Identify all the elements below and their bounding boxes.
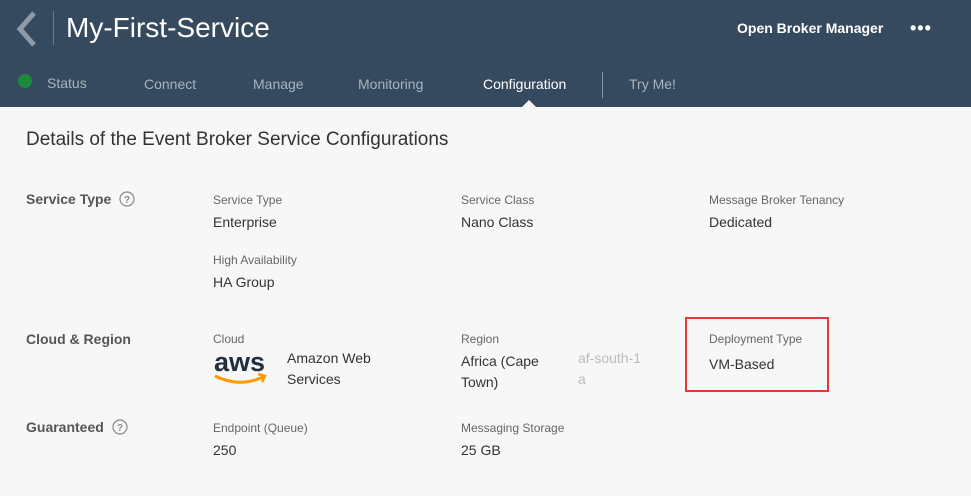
field-value: Africa (Cape Town) — [461, 353, 539, 390]
tab-monitoring[interactable]: Monitoring — [358, 76, 423, 92]
field-messaging-storage: Messaging Storage 25 GB — [461, 421, 564, 461]
highlight-box — [685, 317, 829, 392]
divider — [53, 11, 54, 45]
svg-text:?: ? — [124, 195, 130, 206]
field-value: 250 — [213, 442, 237, 458]
cloud-value: Amazon Web Services — [287, 350, 371, 387]
field-tenancy: Message Broker Tenancy Dedicated — [709, 193, 844, 233]
field-label: Messaging Storage — [461, 421, 565, 435]
page-title: Details of the Event Broker Service Conf… — [26, 129, 449, 150]
field-value: HA Group — [213, 274, 275, 290]
tab-try-me[interactable]: Try Me! — [629, 76, 676, 92]
aws-logo-icon: aws — [214, 348, 267, 384]
field-service-class: Service Class Nano Class — [461, 193, 534, 233]
open-broker-manager-button[interactable]: Open Broker Manager — [737, 20, 883, 36]
field-value: 25 GB — [461, 442, 501, 458]
more-options-icon[interactable]: ••• — [910, 18, 932, 39]
help-icon[interactable]: ? — [112, 419, 128, 435]
field-value: Nano Class — [461, 214, 534, 230]
field-service-type: Service Type Enterprise — [213, 193, 282, 233]
svg-text:?: ? — [117, 423, 123, 434]
tab-connect[interactable]: Connect — [144, 76, 196, 92]
service-title: My-First-Service — [66, 12, 270, 43]
field-value: Enterprise — [213, 214, 277, 230]
help-icon[interactable]: ? — [119, 191, 135, 207]
section-guaranteed: Guaranteed? — [26, 419, 128, 435]
active-tab-caret — [522, 100, 536, 107]
tab-manage[interactable]: Manage — [253, 76, 304, 92]
field-label: High Availability — [213, 253, 297, 267]
tab-status[interactable]: Status — [47, 75, 87, 91]
section-title: Service Type — [26, 191, 112, 207]
field-label: Cloud — [213, 332, 245, 346]
field-endpoint-queue: Endpoint (Queue) 250 — [213, 421, 308, 461]
field-cloud: Cloud — [213, 332, 244, 346]
region-code: af-south-1a — [578, 350, 642, 387]
field-label: Endpoint (Queue) — [213, 421, 308, 435]
field-label: Service Class — [461, 193, 535, 207]
section-title: Guaranteed — [26, 419, 104, 435]
section-service-type: Service Type? — [26, 191, 135, 207]
service-header: My-First-Service Open Broker Manager •••… — [0, 0, 971, 107]
tab-bar: Status Connect Manage Monitoring Configu… — [0, 74, 971, 94]
field-value: Dedicated — [709, 214, 773, 230]
field-label: Region — [461, 332, 500, 346]
tab-configuration[interactable]: Configuration — [483, 76, 566, 92]
field-high-availability: High Availability HA Group — [213, 253, 297, 293]
section-cloud-region: Cloud & Region — [26, 331, 131, 347]
field-region: Region Africa (Cape Town) — [461, 332, 561, 393]
back-chevron-icon[interactable] — [14, 10, 40, 48]
field-label: Service Type — [213, 193, 283, 207]
svg-text:aws: aws — [214, 348, 265, 377]
tab-divider — [602, 72, 603, 98]
field-label: Message Broker Tenancy — [709, 193, 845, 207]
